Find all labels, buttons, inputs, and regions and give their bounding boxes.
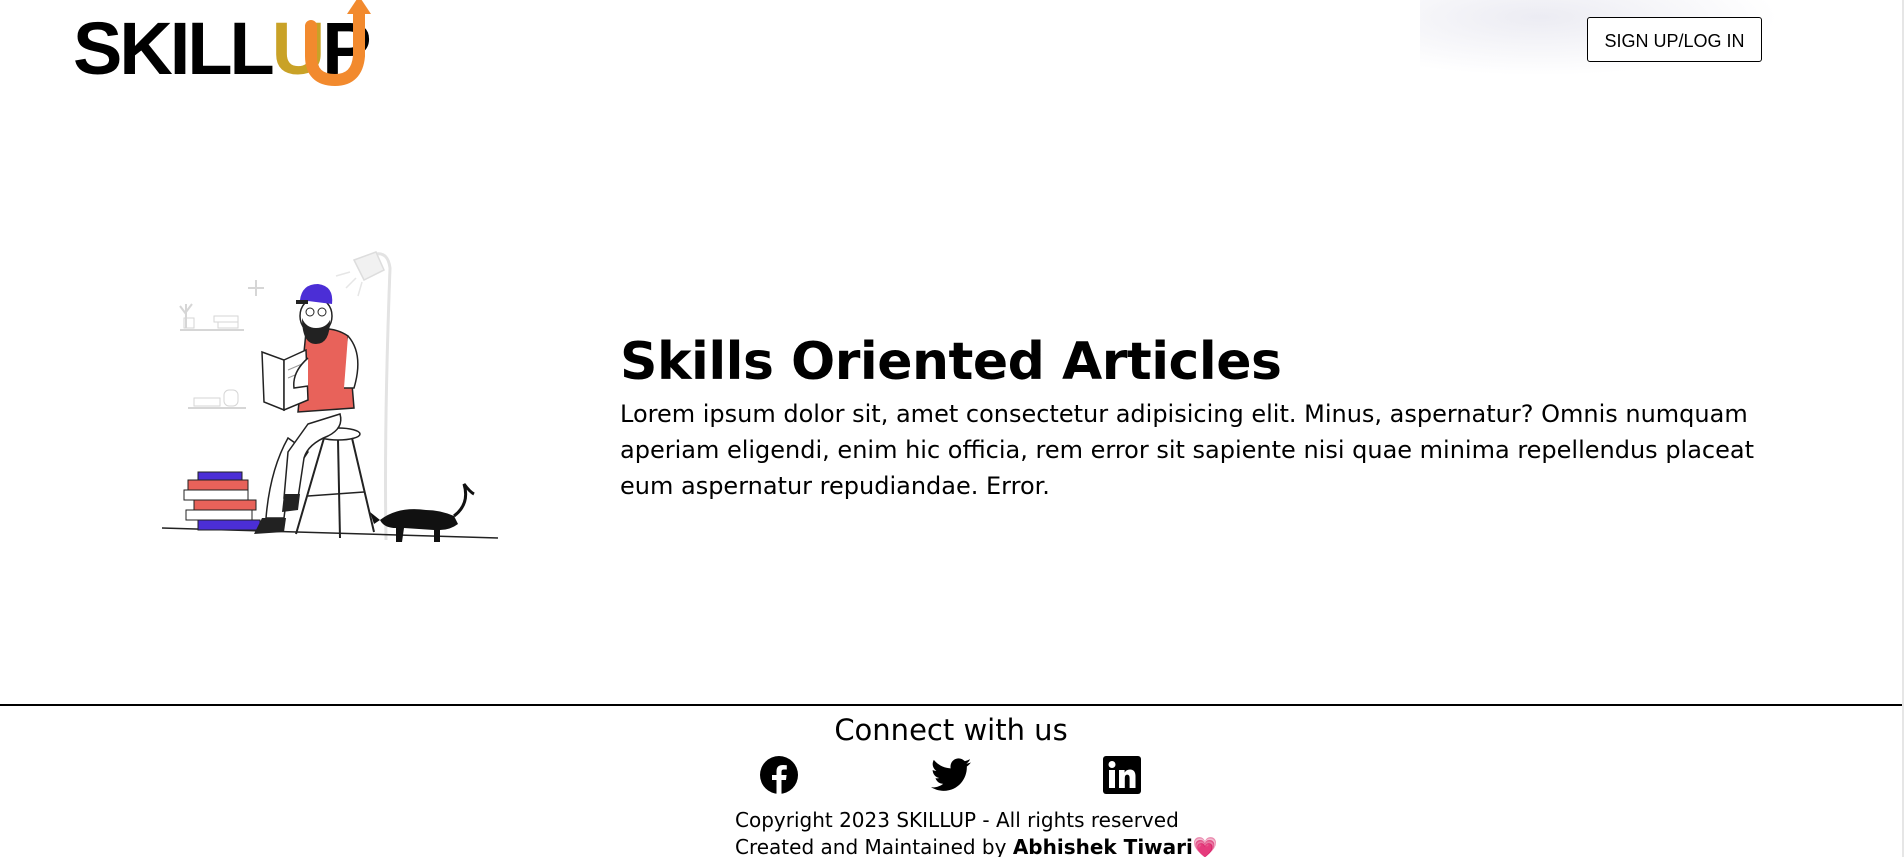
- site-logo[interactable]: SKILLUP: [73, 0, 372, 86]
- credit-prefix: Created and Maintained by: [735, 835, 1013, 857]
- site-header: SKILLUP SIGN UP/LOG IN: [0, 0, 1904, 86]
- facebook-link[interactable]: [759, 755, 799, 795]
- hero-section: Skills Oriented Articles Lorem ipsum dol…: [620, 328, 1780, 504]
- copyright-text: Copyright 2023 SKILLUP - All rights rese…: [735, 808, 1179, 832]
- logo-arrow-icon: [305, 0, 371, 86]
- footer-heading: Connect with us: [834, 713, 1068, 747]
- linkedin-icon: [1103, 756, 1141, 794]
- reading-man-illustration: [161, 251, 499, 542]
- author-name: Abhishek Tiwari: [1012, 835, 1193, 857]
- twitter-link[interactable]: [931, 755, 971, 795]
- page: SKILLUP SIGN UP/LOG IN Skills Oriented A…: [0, 0, 1904, 857]
- hero-description: Lorem ipsum dolor sit, amet consectetur …: [620, 400, 1754, 500]
- credit-line: Created and Maintained by Abhishek Tiwar…: [735, 834, 1218, 857]
- facebook-icon: [760, 756, 798, 794]
- heart-icon: 💗: [1192, 835, 1218, 857]
- hero-title: Skills Oriented Articles: [620, 332, 1282, 392]
- linkedin-link[interactable]: [1102, 755, 1142, 795]
- logo-prefix: SKILL: [73, 7, 275, 90]
- footer-divider: [0, 704, 1902, 706]
- signup-login-button[interactable]: SIGN UP/LOG IN: [1587, 17, 1762, 62]
- twitter-icon: [931, 758, 971, 791]
